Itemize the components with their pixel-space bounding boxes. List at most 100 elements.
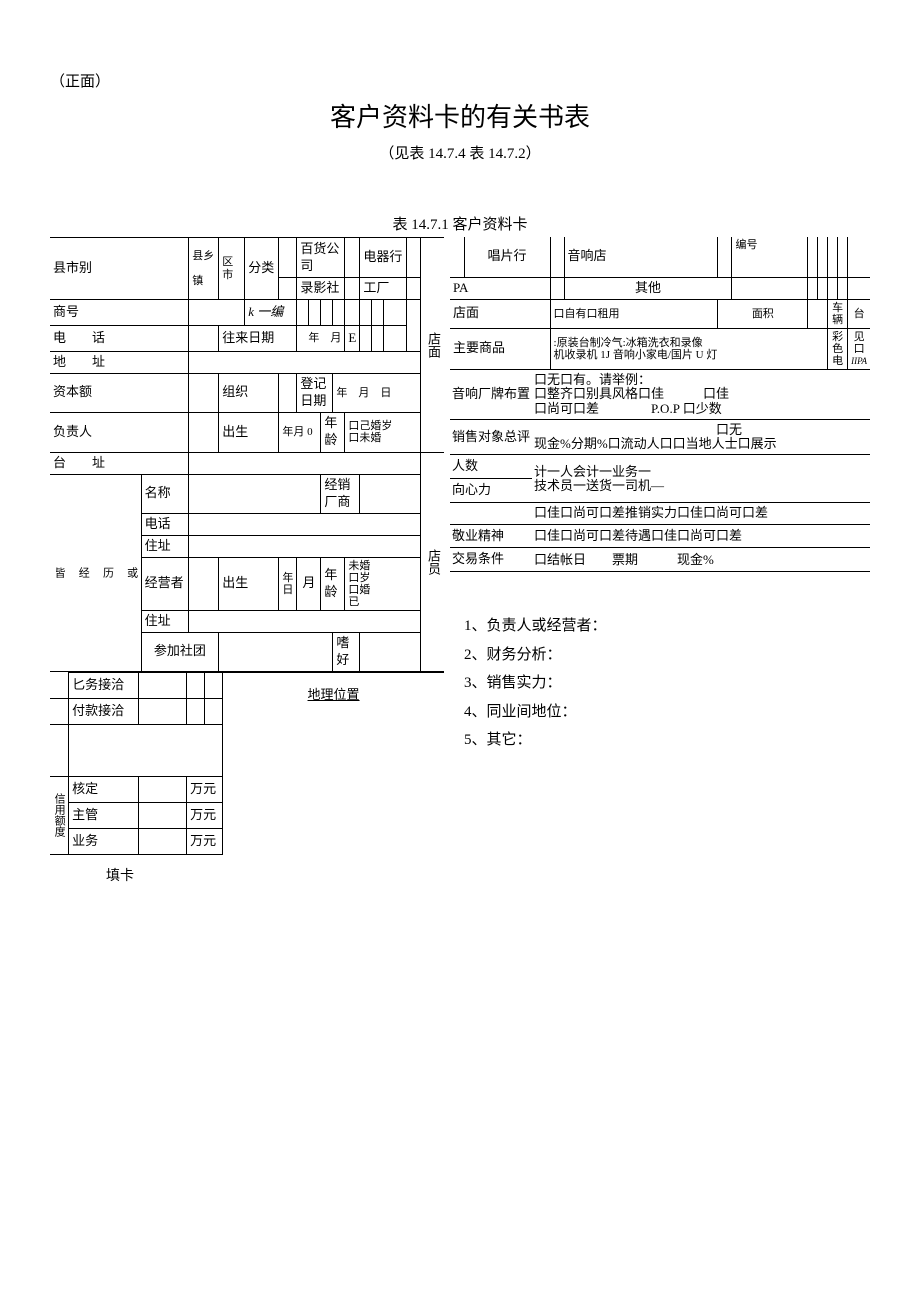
- name-field[interactable]: [189, 474, 321, 513]
- blank[interactable]: [189, 300, 245, 326]
- blank[interactable]: [407, 238, 421, 278]
- blank[interactable]: [384, 300, 407, 326]
- blank[interactable]: [189, 326, 219, 352]
- supervisor-label: 主管: [69, 802, 139, 828]
- factory: 工厂: [360, 278, 407, 300]
- blank[interactable]: [333, 300, 345, 326]
- blank[interactable]: [279, 278, 297, 300]
- res2-label: 住址: [141, 610, 189, 632]
- org-label: 组织: [219, 374, 279, 413]
- blank[interactable]: [139, 776, 187, 802]
- blank[interactable]: [205, 698, 223, 724]
- fill-card-label: 填卡: [106, 865, 444, 885]
- blank[interactable]: [139, 672, 187, 698]
- marriage-block[interactable]: 未婚 口岁 口婚 已: [345, 557, 421, 610]
- blank[interactable]: [321, 300, 333, 326]
- register-date-field[interactable]: 年 月 日: [333, 374, 421, 413]
- blank[interactable]: [279, 374, 297, 413]
- blank[interactable]: [732, 277, 808, 299]
- sales-eval-label: 销售对象总评: [450, 419, 532, 455]
- birth-field[interactable]: 年月 0: [279, 412, 321, 452]
- note-3: 3、销售实力：: [464, 669, 870, 698]
- trade-terms-label: 交易条件: [450, 548, 532, 572]
- blank: [50, 724, 69, 776]
- blank[interactable]: [838, 277, 848, 299]
- age2-label: 年龄: [321, 557, 345, 610]
- note-5: 5、其它：: [464, 726, 870, 755]
- blank[interactable]: [309, 300, 321, 326]
- blank[interactable]: [828, 277, 838, 299]
- blank[interactable]: [187, 672, 205, 698]
- phone2-label: 电话: [141, 513, 189, 535]
- name-label: 名称: [141, 474, 189, 513]
- tai-address-label: 台 址: [50, 452, 189, 474]
- dedication-val[interactable]: 口佳口尚可口差待遇口佳口尚可口差: [532, 524, 870, 548]
- e-cell: E: [345, 326, 360, 352]
- blank[interactable]: [139, 828, 187, 854]
- blank[interactable]: [279, 238, 297, 278]
- blank[interactable]: [189, 557, 219, 610]
- blank[interactable]: [360, 326, 372, 352]
- blank[interactable]: [384, 326, 407, 352]
- people-val[interactable]: 计一人会计一业务一 技术员一送货一司机—: [532, 455, 870, 503]
- video-shop: 录影社: [297, 278, 345, 300]
- pa-label: PA: [450, 277, 550, 299]
- blank[interactable]: [718, 237, 732, 277]
- dealer-field[interactable]: [360, 474, 421, 513]
- club-field[interactable]: [219, 632, 333, 671]
- note-2: 2、财务分析：: [464, 641, 870, 670]
- centripetal-val[interactable]: 口佳口尚可口差推销实力口佳口尚可口差: [532, 503, 870, 524]
- blank[interactable]: [450, 237, 464, 277]
- sales-eval-val[interactable]: 口无现金%分期%口流动人口口当地人士口展示: [532, 419, 870, 455]
- blank[interactable]: [187, 698, 205, 724]
- blank[interactable]: [345, 300, 360, 326]
- blank[interactable]: [189, 374, 219, 413]
- hobby-label: 嗜好: [333, 632, 360, 671]
- area-label: 面积: [718, 299, 808, 328]
- res-field[interactable]: [189, 535, 421, 557]
- blank[interactable]: [828, 237, 838, 277]
- blank[interactable]: [360, 300, 372, 326]
- marital-field[interactable]: 口己婚岁口未婚: [345, 412, 421, 452]
- serial-label: 编号: [732, 237, 808, 277]
- month2: 月: [297, 557, 321, 610]
- address-field[interactable]: [189, 352, 421, 374]
- shop-name-label: 商号: [50, 300, 189, 326]
- blank[interactable]: [372, 326, 384, 352]
- blank[interactable]: [189, 412, 219, 452]
- people-label: 人数: [450, 455, 532, 479]
- business-label: 业务: [69, 828, 139, 854]
- blank[interactable]: [848, 277, 870, 299]
- blank[interactable]: [345, 238, 360, 278]
- own-rent[interactable]: 口自有口租用: [550, 299, 718, 328]
- notes-list: 1、负责人或经营者： 2、财务分析： 3、销售实力： 4、同业间地位： 5、其它…: [464, 612, 870, 755]
- right-top-table: 唱片行 音响店 编号 PA 其他: [450, 237, 870, 370]
- blank[interactable]: [69, 724, 223, 776]
- blank[interactable]: [139, 698, 187, 724]
- res2-field[interactable]: [189, 610, 421, 632]
- blank[interactable]: [297, 300, 309, 326]
- phone2-field[interactable]: [189, 513, 421, 535]
- blank[interactable]: [808, 277, 818, 299]
- brand-layout-val[interactable]: 口无口有。请举例：口整齐口别具风格口佳 口佳口尚可口差 P.O.P 口少数: [532, 370, 870, 419]
- blank[interactable]: [205, 672, 223, 698]
- manager-label: 负责人: [50, 412, 189, 452]
- hobby-field[interactable]: [360, 632, 421, 671]
- tai-address-field[interactable]: [189, 452, 421, 474]
- blank[interactable]: [407, 278, 421, 300]
- blank[interactable]: [818, 237, 828, 277]
- brand-layout-label: 音响厂牌布置: [450, 370, 532, 419]
- blank[interactable]: [848, 237, 870, 277]
- blank[interactable]: [372, 300, 384, 326]
- blank[interactable]: [838, 237, 848, 277]
- blank[interactable]: [550, 277, 564, 299]
- blank[interactable]: [550, 237, 564, 277]
- blank[interactable]: [818, 277, 828, 299]
- blank[interactable]: [139, 802, 187, 828]
- trade-terms-val[interactable]: 口结帐日 票期 现金%: [532, 548, 870, 572]
- front-label: （正面）: [50, 70, 870, 91]
- table-caption: 表 14.7.1 客户资料卡: [50, 213, 870, 234]
- blank[interactable]: [345, 278, 360, 300]
- blank[interactable]: [808, 237, 818, 277]
- area-field[interactable]: [808, 299, 828, 328]
